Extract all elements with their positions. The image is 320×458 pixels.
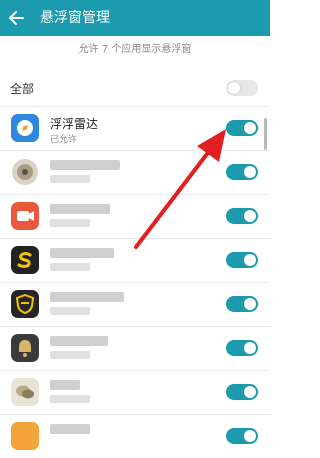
app-toggle[interactable] <box>226 164 258 180</box>
scrollbar[interactable] <box>264 118 267 150</box>
blurred-app-status <box>50 351 90 359</box>
all-apps-row: 全部 <box>0 72 270 106</box>
arrow-left-icon <box>9 11 24 25</box>
blurred-app-name <box>50 204 110 214</box>
blurred-app-status <box>50 175 90 183</box>
blurred-app-status <box>50 395 90 403</box>
allowed-count-text: 允许 7 个应用显示悬浮窗 <box>78 44 192 55</box>
blurred-app-status <box>50 263 90 271</box>
app-toggle[interactable] <box>226 208 258 224</box>
app-row-4[interactable] <box>0 239 270 282</box>
blurred-app-name <box>50 160 120 170</box>
app-toggle[interactable] <box>226 120 258 136</box>
app-row-2[interactable] <box>0 151 270 194</box>
s-logo-icon <box>11 246 39 274</box>
app-toggle[interactable] <box>226 296 258 312</box>
bell-icon <box>11 334 39 362</box>
toggle-knob <box>244 166 256 178</box>
toggle-knob <box>244 298 256 310</box>
joystick-icon <box>11 158 39 186</box>
all-apps-toggle[interactable] <box>226 80 258 96</box>
app-row-8[interactable] <box>0 415 270 458</box>
toggle-knob <box>228 82 240 94</box>
app-row-1[interactable]: 浮浮雷达 已允许 <box>0 107 270 150</box>
toggle-knob <box>244 386 256 398</box>
blurred-app-name <box>50 292 124 302</box>
page-title: 悬浮窗管理 <box>40 10 110 26</box>
app-row-6[interactable] <box>0 327 270 370</box>
chat-icon <box>11 378 39 406</box>
app-row-5[interactable] <box>0 283 270 326</box>
compass-icon <box>11 114 39 142</box>
toggle-knob <box>244 342 256 354</box>
app-row-3[interactable] <box>0 195 270 238</box>
app-row-7[interactable] <box>0 371 270 414</box>
toggle-knob <box>244 122 256 134</box>
app-toggle[interactable] <box>226 252 258 268</box>
toggle-knob <box>244 254 256 266</box>
video-icon <box>11 202 39 230</box>
app-name: 浮浮雷达 <box>50 117 99 131</box>
app-toggle[interactable] <box>226 384 258 400</box>
app-header: 悬浮窗管理 <box>0 0 270 36</box>
back-button[interactable] <box>6 7 28 29</box>
blurred-app-name <box>50 380 80 390</box>
toggle-knob <box>244 210 256 222</box>
blurred-app-name <box>50 248 114 258</box>
shield-icon <box>11 290 39 318</box>
toggle-knob <box>244 430 256 442</box>
blurred-app-status <box>50 219 90 227</box>
app-icon <box>11 422 39 450</box>
all-apps-label: 全部 <box>10 82 35 96</box>
app-status: 已允许 <box>50 135 78 145</box>
blurred-app-status <box>50 307 90 315</box>
app-toggle[interactable] <box>226 340 258 356</box>
app-toggle[interactable] <box>226 428 258 444</box>
blurred-app-name <box>50 336 108 346</box>
blurred-app-name <box>50 424 90 434</box>
